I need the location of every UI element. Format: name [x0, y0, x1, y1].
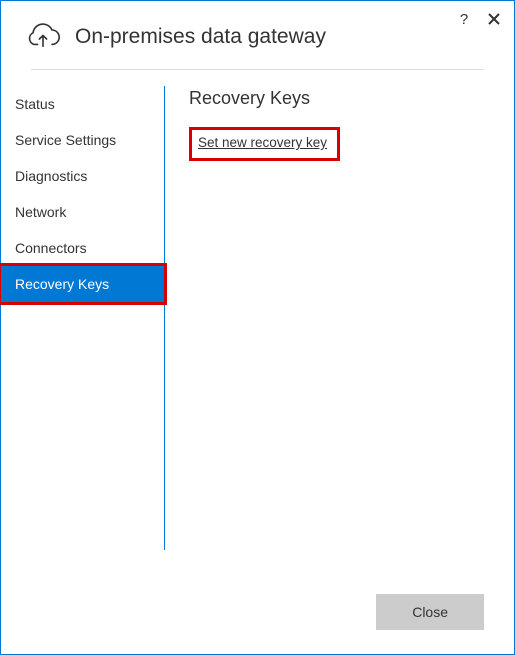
window-title: On-premises data gateway — [75, 25, 326, 49]
highlight-box-sidebar: Recovery Keys — [0, 263, 167, 305]
sidebar-item-label: Recovery Keys — [15, 276, 109, 292]
help-button[interactable]: ? — [454, 9, 474, 29]
sidebar-item-label: Diagnostics — [15, 168, 87, 184]
close-window-button[interactable] — [484, 9, 504, 29]
sidebar-item-label: Connectors — [15, 240, 87, 256]
main-panel: Recovery Keys Set new recovery key — [165, 70, 514, 550]
sidebar-item-service-settings[interactable]: Service Settings — [1, 122, 164, 158]
close-button[interactable]: Close — [376, 594, 484, 630]
sidebar-item-diagnostics[interactable]: Diagnostics — [1, 158, 164, 194]
sidebar-item-network[interactable]: Network — [1, 194, 164, 230]
sidebar: Status Service Settings Diagnostics Netw… — [1, 70, 164, 550]
sidebar-item-recovery-keys[interactable]: Recovery Keys — [1, 266, 164, 302]
cloud-upload-icon — [25, 21, 61, 53]
gateway-window: ? On-premises data gateway Status Servic… — [0, 0, 515, 655]
page-heading: Recovery Keys — [189, 88, 490, 109]
help-icon: ? — [460, 11, 468, 28]
set-new-recovery-key-link[interactable]: Set new recovery key — [198, 135, 327, 150]
sidebar-item-label: Service Settings — [15, 132, 116, 148]
titlebar: On-premises data gateway — [1, 1, 514, 69]
footer: Close — [376, 594, 484, 630]
close-icon — [488, 13, 500, 25]
body: Status Service Settings Diagnostics Netw… — [1, 70, 514, 550]
sidebar-item-status[interactable]: Status — [1, 86, 164, 122]
window-controls: ? — [454, 9, 504, 29]
sidebar-item-label: Network — [15, 204, 66, 220]
sidebar-item-label: Status — [15, 96, 55, 112]
sidebar-item-connectors[interactable]: Connectors — [1, 230, 164, 266]
highlight-box-link: Set new recovery key — [189, 127, 340, 161]
